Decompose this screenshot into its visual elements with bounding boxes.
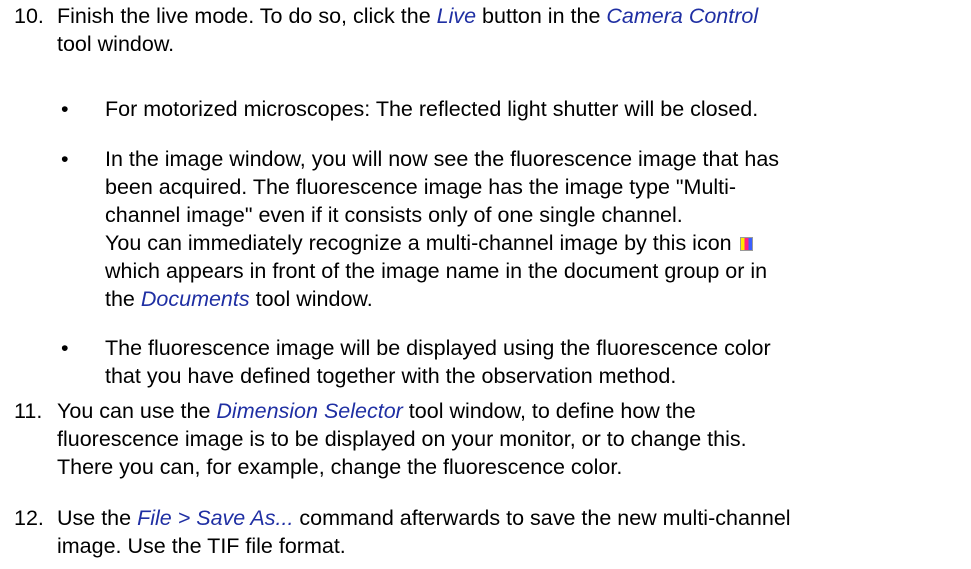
step-line: Finish the live mode. To do so, click th… — [57, 2, 957, 30]
bullet-line: been acquired. The fluorescence image ha… — [105, 175, 737, 199]
text-run: Finish the live mode. To do so, click th… — [57, 4, 437, 28]
step-number: 10. — [14, 4, 44, 28]
step-line: There you can, for example, change the f… — [57, 455, 623, 479]
step-text: Finish the live mode. To do so, click th… — [57, 2, 957, 58]
bullet-line: For motorized microscopes: The reflected… — [105, 97, 759, 121]
bullet-text: The fluorescence image will be displayed… — [105, 334, 771, 390]
text-run: Use the — [57, 506, 138, 530]
bullet-line: The fluorescence image will be displayed… — [105, 336, 771, 360]
step-number: 11. — [14, 399, 43, 423]
bullet-line: channel image" even if it consists only … — [105, 203, 683, 227]
text-run: command afterwards to save the new multi… — [293, 506, 791, 530]
step-line: fluorescence image is to be displayed on… — [57, 427, 747, 451]
bullet-line: which appears in front of the image name… — [105, 259, 768, 283]
text-run: You can use the — [57, 399, 217, 423]
bullet-marker: • — [61, 336, 69, 360]
step-number: 12. — [14, 506, 44, 530]
text-run: You can immediately recognize a multi-ch… — [105, 231, 732, 255]
text-run: button in the — [476, 4, 607, 28]
bullet-marker: • — [61, 97, 69, 121]
text-run: the — [105, 287, 141, 311]
bullet-marker: • — [61, 147, 69, 171]
multichannel-image-icon — [739, 237, 753, 251]
ui-reference-live: Live — [436, 4, 477, 28]
step-line: tool window. — [57, 32, 175, 56]
step-text: You can use the Dimension Selector tool … — [57, 397, 957, 481]
step-text: Use the File > Save As... command afterw… — [57, 504, 957, 560]
bullet-line: that you have defined together with the … — [105, 364, 677, 388]
bullet-line: You can immediately recognize a multi-ch… — [105, 229, 779, 257]
document-page: 10. Finish the live mode. To do so, clic… — [0, 0, 971, 569]
step-line: Use the File > Save As... command afterw… — [57, 504, 957, 532]
text-run: tool window. — [249, 287, 373, 311]
bullet-line: the Documents tool window. — [105, 285, 779, 313]
ui-reference-documents: Documents — [140, 287, 250, 311]
step-line: image. Use the TIF file format. — [57, 534, 346, 558]
ui-reference-dimension-selector: Dimension Selector — [216, 399, 403, 423]
text-run: tool window, to define how the — [402, 399, 696, 423]
step-line: You can use the Dimension Selector tool … — [57, 397, 957, 425]
bullet-text: For motorized microscopes: The reflected… — [105, 95, 758, 123]
ui-reference-camera-control: Camera Control — [606, 4, 759, 28]
bullet-text: In the image window, you will now see th… — [105, 145, 779, 313]
bullet-line: In the image window, you will now see th… — [105, 147, 780, 171]
ui-reference-file-save-as: File > Save As... — [137, 506, 294, 530]
